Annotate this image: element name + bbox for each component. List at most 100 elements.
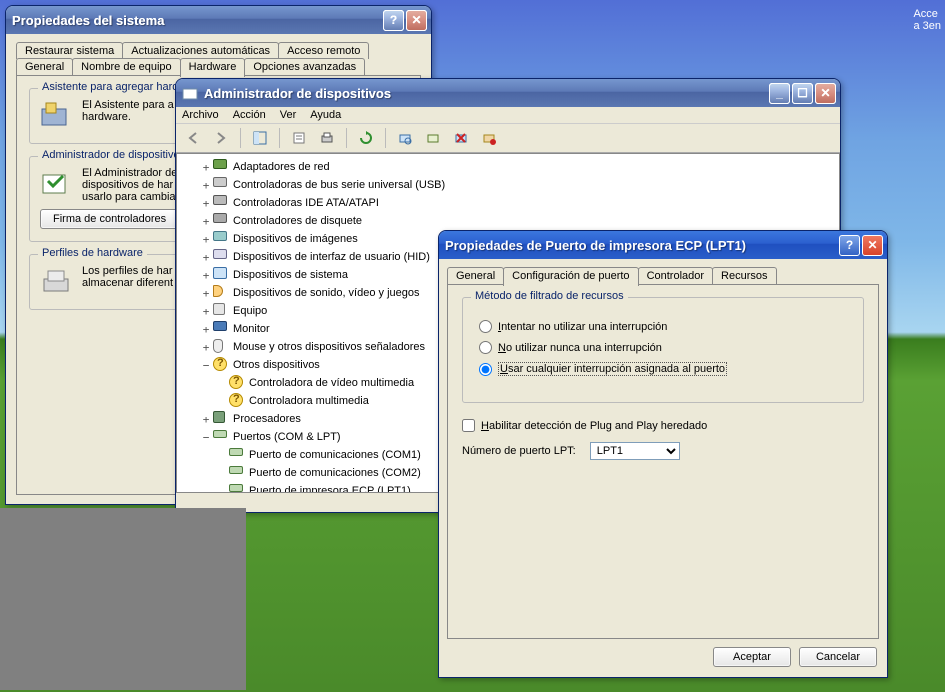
tree-node-label: Mouse y otros dispositivos señaladores bbox=[233, 341, 425, 353]
tree-node[interactable]: + Adaptadores de red bbox=[183, 158, 833, 176]
device-manager-icon bbox=[40, 167, 72, 199]
back-button[interactable] bbox=[182, 127, 204, 149]
tree-node-label: Otros dispositivos bbox=[233, 359, 320, 371]
checkbox-input[interactable] bbox=[462, 419, 475, 432]
device-category-icon bbox=[213, 177, 229, 193]
expand-toggle[interactable]: + bbox=[201, 251, 211, 264]
radio-input-3[interactable] bbox=[479, 363, 492, 376]
tree-node-label: Controladora de vídeo multimedia bbox=[249, 377, 414, 389]
titlebar[interactable]: Administrador de dispositivos _ ☐ ✕ bbox=[176, 79, 840, 107]
expand-toggle[interactable]: + bbox=[201, 161, 211, 174]
window-title: Propiedades del sistema bbox=[12, 13, 383, 28]
device-category-icon bbox=[213, 357, 229, 373]
expand-toggle[interactable]: − bbox=[201, 359, 211, 372]
radio-try-no-interrupt[interactable]: Intentar no utilizar una interrupción bbox=[479, 320, 847, 333]
checkbox-legacy-pnp[interactable]: Habilitar detección de Plug and Play her… bbox=[462, 419, 864, 432]
expand-toggle[interactable]: + bbox=[201, 269, 211, 282]
tab-autoupdates[interactable]: Actualizaciones automáticas bbox=[122, 42, 279, 59]
tab-resources[interactable]: Recursos bbox=[712, 267, 776, 284]
radio-input-2[interactable] bbox=[479, 341, 492, 354]
tree-node-label: Dispositivos de interfaz de usuario (HID… bbox=[233, 251, 430, 263]
update-driver-button[interactable] bbox=[422, 127, 444, 149]
tree-node[interactable]: + Controladoras de bus serie universal (U… bbox=[183, 176, 833, 194]
expand-toggle[interactable]: + bbox=[201, 233, 211, 246]
properties-button[interactable] bbox=[288, 127, 310, 149]
close-button[interactable]: ✕ bbox=[862, 235, 883, 256]
minimize-button[interactable]: _ bbox=[769, 83, 790, 104]
titlebar[interactable]: Propiedades del sistema ? ✕ bbox=[6, 6, 431, 34]
expand-toggle[interactable]: + bbox=[201, 197, 211, 210]
titlebar[interactable]: Propiedades de Puerto de impresora ECP (… bbox=[439, 231, 887, 259]
radio-input-1[interactable] bbox=[479, 320, 492, 333]
tree-node-label: Controladoras de bus serie universal (US… bbox=[233, 179, 445, 191]
close-button[interactable]: ✕ bbox=[815, 83, 836, 104]
print-button[interactable] bbox=[316, 127, 338, 149]
refresh-button[interactable] bbox=[355, 127, 377, 149]
disable-button[interactable] bbox=[478, 127, 500, 149]
radio-any-interrupt[interactable]: Usar cualquier interrupción asignada al … bbox=[479, 362, 847, 376]
tab-driver[interactable]: Controlador bbox=[638, 267, 713, 284]
device-icon bbox=[229, 465, 245, 481]
show-hide-tree-button[interactable] bbox=[249, 127, 271, 149]
expand-toggle[interactable]: + bbox=[201, 305, 211, 318]
device-icon bbox=[229, 447, 245, 463]
tab-restore[interactable]: Restaurar sistema bbox=[16, 42, 123, 59]
dialog-buttons: Aceptar Cancelar bbox=[447, 639, 879, 669]
expand-toggle[interactable]: + bbox=[201, 179, 211, 192]
tree-node-label: Puerto de comunicaciones (COM1) bbox=[249, 449, 421, 461]
tab-panel: Método de filtrado de recursos Intentar … bbox=[447, 284, 879, 639]
tab-remote[interactable]: Acceso remoto bbox=[278, 42, 369, 59]
expand-toggle[interactable]: + bbox=[201, 341, 211, 354]
toolbar bbox=[176, 124, 840, 153]
tabs: General Configuración de puerto Controla… bbox=[447, 267, 879, 284]
tab-general[interactable]: General bbox=[447, 267, 504, 284]
device-category-icon bbox=[213, 195, 229, 211]
tab-computername[interactable]: Nombre de equipo bbox=[72, 58, 181, 75]
scan-hardware-button[interactable] bbox=[394, 127, 416, 149]
wizard-icon bbox=[40, 99, 72, 131]
device-category-icon bbox=[213, 303, 229, 319]
tab-general[interactable]: General bbox=[16, 58, 73, 75]
ok-button[interactable]: Aceptar bbox=[713, 647, 791, 667]
tab-hardware[interactable]: Hardware bbox=[180, 58, 246, 77]
help-button[interactable]: ? bbox=[839, 235, 860, 256]
tab-port-settings[interactable]: Configuración de puerto bbox=[503, 267, 638, 286]
menu-view[interactable]: Ver bbox=[280, 109, 297, 121]
tree-node[interactable]: +Controladoras IDE ATA/ATAPI bbox=[183, 194, 833, 212]
tree-node-label: Puerto de impresora ECP (LPT1) bbox=[249, 485, 411, 493]
expand-toggle[interactable]: + bbox=[201, 215, 211, 228]
driver-signing-button[interactable]: Firma de controladores bbox=[40, 209, 179, 229]
tree-node[interactable]: +Controladores de disquete bbox=[183, 212, 833, 230]
device-category-icon bbox=[213, 411, 229, 427]
cancel-button[interactable]: Cancelar bbox=[799, 647, 877, 667]
tree-node-label: Dispositivos de sistema bbox=[233, 269, 348, 281]
tree-node-label: Dispositivos de imágenes bbox=[233, 233, 358, 245]
expand-toggle[interactable]: + bbox=[201, 413, 211, 426]
radio-never-interrupt[interactable]: No utilizar nunca una interrupción bbox=[479, 341, 847, 354]
device-category-icon bbox=[213, 249, 229, 265]
close-button[interactable]: ✕ bbox=[406, 10, 427, 31]
maximize-button[interactable]: ☐ bbox=[792, 83, 813, 104]
help-button[interactable]: ? bbox=[383, 10, 404, 31]
tree-node-label: Monitor bbox=[233, 323, 270, 335]
tree-node-label: Controladora multimedia bbox=[249, 395, 369, 407]
uninstall-button[interactable] bbox=[450, 127, 472, 149]
checkbox-label: abilitar detección de Plug and Play here… bbox=[489, 420, 707, 432]
tabs-row-2: General Nombre de equipo Hardware Opcion… bbox=[16, 58, 421, 75]
profiles-icon bbox=[40, 265, 72, 297]
app-icon bbox=[182, 85, 198, 101]
menu-action[interactable]: Acción bbox=[233, 109, 266, 121]
expand-toggle[interactable]: − bbox=[201, 431, 211, 444]
menu-help[interactable]: Ayuda bbox=[310, 109, 341, 121]
tree-node-label: Adaptadores de red bbox=[233, 161, 330, 173]
device-icon bbox=[229, 375, 245, 391]
menu-file[interactable]: Archivo bbox=[182, 109, 219, 121]
port-number-select[interactable]: LPT1LPT2LPT3 bbox=[590, 442, 680, 460]
expand-toggle[interactable]: + bbox=[201, 323, 211, 336]
device-category-icon bbox=[213, 159, 229, 175]
expand-toggle[interactable]: + bbox=[201, 287, 211, 300]
port-number-label: Número de puerto LPT: bbox=[462, 445, 576, 457]
tab-advanced[interactable]: Opciones avanzadas bbox=[244, 58, 365, 75]
forward-button[interactable] bbox=[210, 127, 232, 149]
group-filter-method: Método de filtrado de recursos Intentar … bbox=[462, 297, 864, 403]
